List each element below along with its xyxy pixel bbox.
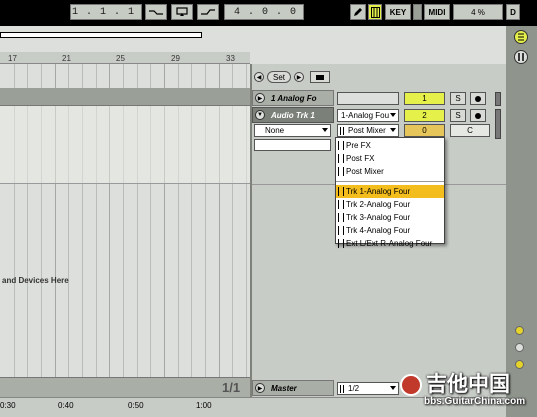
midi-map-button[interactable]: MIDI (424, 4, 450, 20)
track-1-lane[interactable] (0, 88, 250, 106)
punch-icon (201, 9, 215, 15)
overview-toggle-icon[interactable] (515, 326, 524, 335)
dropdown-item[interactable]: Ext L/Ext R-Analog Four (336, 237, 444, 250)
track-2-activator[interactable]: 2 (404, 109, 445, 122)
drop-hint-text: and Devices Here (2, 276, 69, 285)
dropdown-item[interactable]: Trk 3-Analog Four (336, 211, 444, 224)
marker-icon (316, 74, 324, 80)
next-locator-icon[interactable]: ▶ (294, 72, 304, 82)
record-arm-icon (475, 95, 481, 102)
track-unfold-icon[interactable]: ▼ (255, 110, 265, 120)
track-2-solo-button[interactable]: S (450, 109, 466, 122)
locator-controls: ◀ Set ▶ (254, 71, 334, 83)
track-2-header[interactable]: ▼ Audio Trk 1 (252, 107, 334, 123)
track-2-name[interactable]: Audio Trk 1 (271, 111, 315, 120)
arrangement-view-selector-icon[interactable] (514, 50, 528, 64)
record-arm-icon (475, 112, 481, 119)
key-indicator (413, 4, 422, 20)
dropdown-separator (336, 181, 444, 182)
cpu-meter: 4 % (453, 4, 503, 20)
track-1-activator[interactable]: 1 (404, 92, 445, 105)
master-lane[interactable] (0, 377, 250, 397)
master-name: Master (271, 383, 297, 393)
previous-locator-icon[interactable]: ◀ (254, 72, 264, 82)
track-2-lane[interactable] (0, 106, 250, 184)
overview-scrollbar[interactable] (0, 32, 202, 38)
right-strip (506, 26, 537, 417)
cue-out-chooser[interactable]: 1/2 (337, 382, 399, 395)
track-2-monitor-blank-field[interactable] (254, 139, 331, 151)
song-position-display[interactable]: 1 . 1 . 1 (70, 4, 142, 20)
dropdown-item[interactable]: Trk 2-Analog Four (336, 198, 444, 211)
hard-disk-overload-indicator: D (506, 4, 520, 20)
track-1-solo-button[interactable]: S (450, 92, 466, 105)
output-type-icon (340, 385, 344, 393)
track-1-meter (495, 92, 501, 106)
track-2-arm-button[interactable] (470, 109, 486, 122)
time-mark-label: 0:30 (0, 401, 16, 410)
dropdown-item[interactable]: Post FX (336, 152, 444, 165)
detail-view-toggle-icon[interactable] (515, 360, 524, 369)
master-fold-icon[interactable]: ▶ (255, 383, 265, 393)
time-mark-label: 0:50 (128, 401, 144, 410)
follow-button[interactable] (145, 4, 167, 20)
session-view-selector-icon[interactable] (514, 30, 528, 44)
punch-button[interactable] (197, 4, 219, 20)
pencil-icon (354, 8, 362, 16)
keyboard-icon (370, 6, 380, 18)
ruler-bar-label: 33 (226, 54, 235, 63)
ruler-bar-label: 29 (171, 54, 180, 63)
track-fold-icon[interactable]: ▶ (255, 93, 265, 103)
output-routing-dropdown: Pre FX Post FX Post Mixer Trk 1-Analog F… (335, 137, 445, 248)
time-mark-label: 0:40 (58, 401, 74, 410)
time-ruler[interactable]: 0:30 0:40 0:50 1:00 (0, 397, 506, 417)
dropdown-item-selected[interactable]: Trk 1-Analog Four (336, 185, 444, 198)
arrangement-ruler[interactable]: 17 21 25 29 33 (0, 52, 250, 64)
track-2-input-chooser[interactable]: 1-Analog Fou (337, 109, 399, 122)
master-track-header[interactable]: ▶ Master (252, 380, 334, 396)
loop-switch[interactable] (171, 4, 193, 20)
time-mark-label: 1:00 (196, 401, 212, 410)
ruler-bar-label: 21 (62, 54, 71, 63)
page-indicator: 1/1 (222, 380, 241, 395)
track-2-volume-field[interactable]: 0 (404, 124, 445, 137)
loop-icon (176, 7, 188, 16)
output-type-icon (340, 127, 344, 135)
dropdown-item[interactable]: Trk 4-Analog Four (336, 224, 444, 237)
track-1-name[interactable]: 1 Analog Fo (271, 94, 316, 103)
key-map-button[interactable]: KEY (385, 4, 411, 20)
draw-mode-button[interactable] (350, 4, 366, 20)
track-1-io-chooser[interactable] (337, 92, 399, 105)
dropdown-item[interactable]: Post Mixer (336, 165, 444, 178)
ruler-bar-label: 25 (116, 54, 125, 63)
track-2-output-chooser[interactable]: Post Mixer (337, 124, 399, 137)
follow-icon (149, 10, 163, 15)
add-marker-button[interactable] (310, 71, 330, 83)
ruler-bar-label: 17 (8, 54, 17, 63)
track-2-pan-field[interactable]: C (450, 124, 490, 137)
computer-midi-keyboard-button[interactable] (368, 4, 382, 20)
info-view-toggle-icon[interactable] (515, 343, 524, 352)
dropdown-item[interactable]: Pre FX (336, 139, 444, 152)
loop-length-display[interactable]: 4 . 0 . 0 (224, 4, 304, 20)
track-2-monitor-chooser[interactable]: None (254, 124, 331, 137)
track-2-meter (495, 109, 501, 139)
track-1-arm-button[interactable] (470, 92, 486, 105)
track-1-header[interactable]: ▶ 1 Analog Fo (252, 90, 334, 106)
set-locator-button[interactable]: Set (267, 71, 291, 83)
